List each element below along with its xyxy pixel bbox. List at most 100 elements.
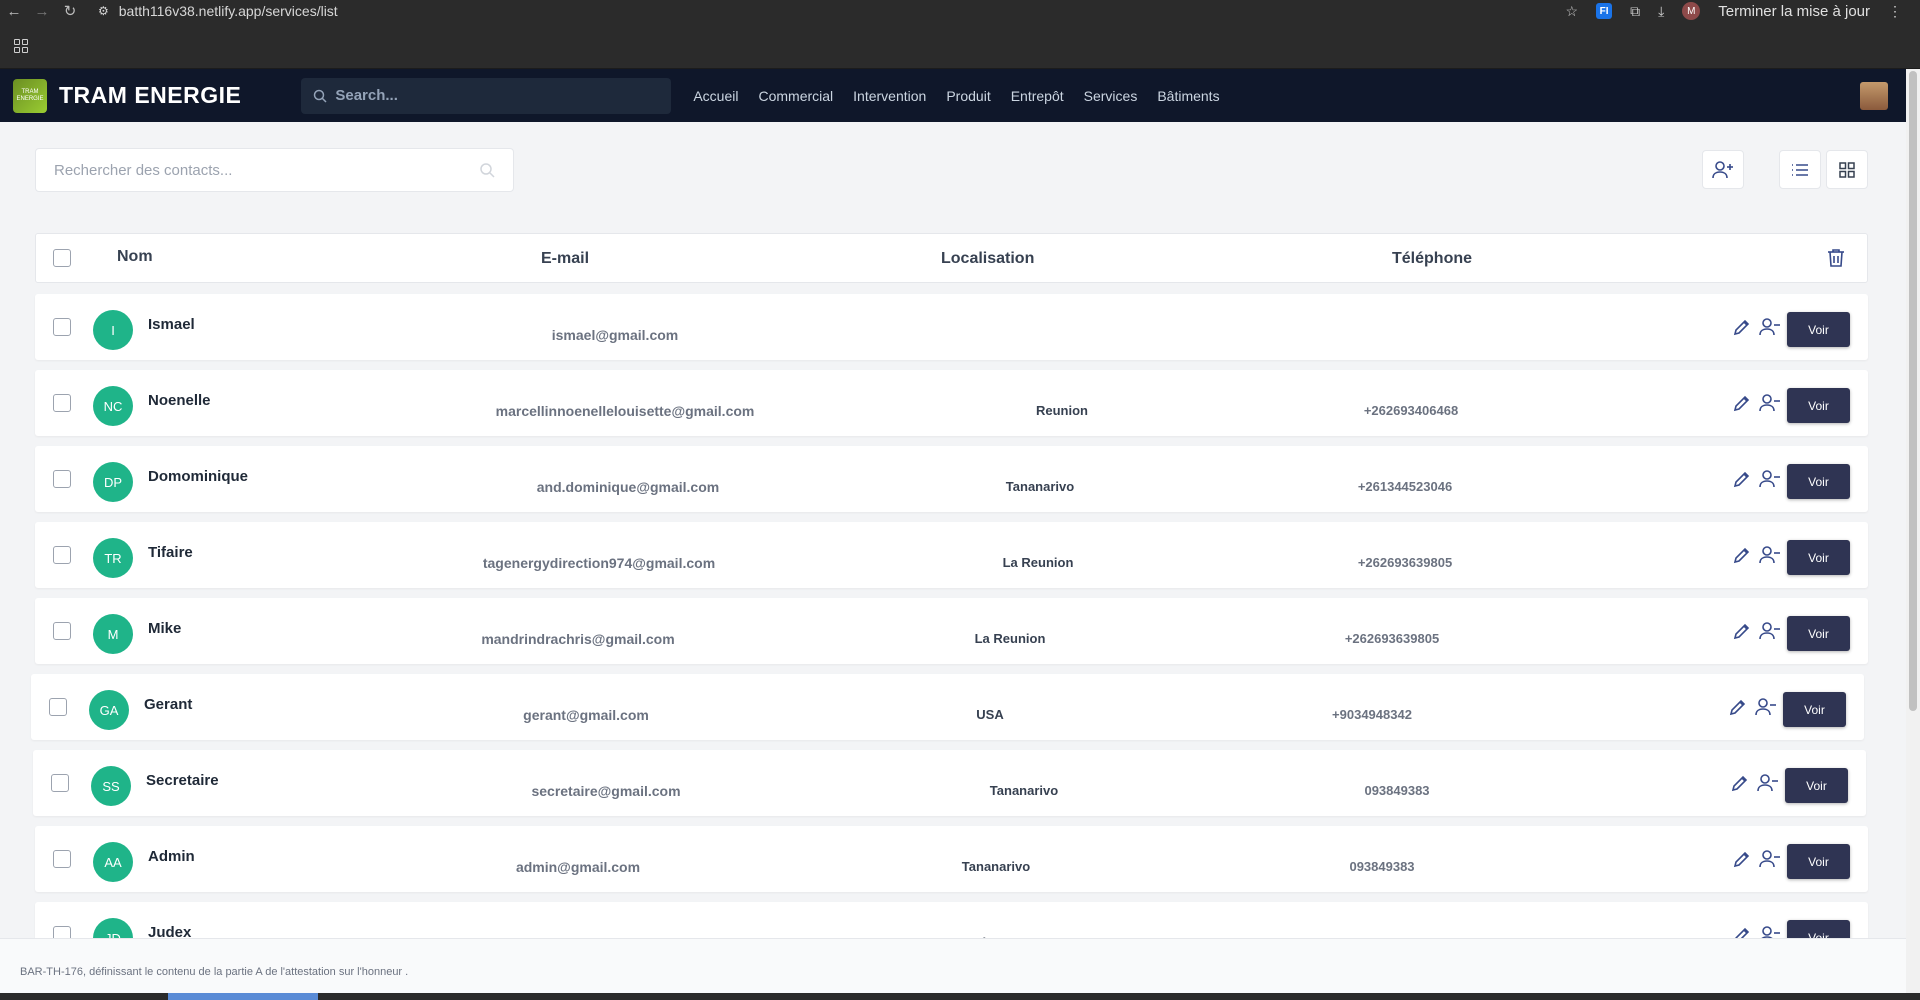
nav-link-batiments[interactable]: Bâtiments <box>1157 88 1219 104</box>
table-row[interactable]: I Ismael ismael@gmail.com Voir <box>35 294 1868 360</box>
view-button[interactable]: Voir <box>1783 692 1846 727</box>
avatar: GA <box>89 690 129 730</box>
scrollbar-thumb[interactable] <box>1909 71 1917 711</box>
edit-button[interactable] <box>1731 468 1753 490</box>
forward-icon[interactable]: → <box>28 3 56 20</box>
brand-name[interactable]: TRAM ENERGIE <box>59 82 241 109</box>
contact-phone: +9034948342 <box>1332 707 1412 722</box>
edit-button[interactable] <box>1731 392 1753 414</box>
view-button[interactable]: Voir <box>1787 540 1850 575</box>
contact-search-input[interactable]: Rechercher des contacts... <box>35 148 514 192</box>
download-icon[interactable]: ⤓ <box>1658 3 1664 20</box>
remove-user-button[interactable] <box>1759 848 1781 870</box>
page-scrollbar[interactable] <box>1906 69 1920 993</box>
app-navbar: TRAM ENERGIE TRAM ENERGIE Search... Accu… <box>0 69 1906 122</box>
back-icon[interactable]: ← <box>0 3 28 20</box>
table-row[interactable]: AA Admin admin@gmail.com Tananarivo 09384938… <box>35 826 1868 892</box>
header-phone: Téléphone <box>1392 250 1473 267</box>
row-checkbox[interactable] <box>53 622 71 640</box>
row-checkbox[interactable] <box>53 318 71 336</box>
edit-button[interactable] <box>1727 696 1749 718</box>
bookmark-star-icon[interactable]: ☆ <box>1566 3 1579 20</box>
row-checkbox[interactable] <box>51 774 69 792</box>
avatar: I <box>93 310 133 350</box>
table-row[interactable]: DP Domominique and.dominique@gmail.com Tana… <box>35 446 1868 512</box>
remove-user-button[interactable] <box>1759 316 1781 338</box>
list-view-button[interactable] <box>1779 150 1821 189</box>
remove-user-button[interactable] <box>1759 468 1781 490</box>
row-checkbox[interactable] <box>53 546 71 564</box>
view-button[interactable]: Voir <box>1787 844 1850 879</box>
menu-dots-icon[interactable]: ⋮ <box>1888 3 1902 20</box>
edit-button[interactable] <box>1731 544 1753 566</box>
nav-link-produit[interactable]: Produit <box>946 88 990 104</box>
update-button[interactable]: Terminer la mise à jour <box>1718 3 1870 20</box>
edit-button[interactable] <box>1731 620 1753 642</box>
remove-user-button[interactable] <box>1755 696 1777 718</box>
main-nav: Accueil Commercial Intervention Produit … <box>693 88 1219 104</box>
reload-icon[interactable]: ↻ <box>56 2 84 20</box>
contact-name: Ismael <box>148 316 195 333</box>
row-checkbox[interactable] <box>49 698 67 716</box>
address-bar[interactable]: ⚙ batth116v38.netlify.app/services/list <box>98 3 338 19</box>
view-button[interactable]: Voir <box>1785 768 1848 803</box>
header-email: E-mail <box>541 250 590 267</box>
header-name: Nom <box>117 248 153 265</box>
nav-link-accueil[interactable]: Accueil <box>693 88 738 104</box>
brand-logo[interactable]: TRAM ENERGIE <box>13 78 47 113</box>
contact-location: Tananarivo <box>961 859 1031 874</box>
active-tab-indicator <box>168 993 318 1000</box>
global-search-input[interactable]: Search... <box>301 77 672 114</box>
contact-name: Gerant <box>144 696 193 713</box>
remove-user-button[interactable] <box>1759 620 1781 642</box>
user-avatar[interactable] <box>1860 81 1888 110</box>
row-checkbox[interactable] <box>53 470 71 488</box>
user-minus-icon <box>1759 470 1780 488</box>
contact-location: La Reunion <box>974 631 1046 646</box>
extension-icon[interactable]: FI <box>1596 3 1613 19</box>
contact-location: Tananarivo <box>989 783 1059 798</box>
nav-link-services[interactable]: Services <box>1084 88 1138 104</box>
remove-user-button[interactable] <box>1757 772 1779 794</box>
pencil-icon <box>1733 547 1750 564</box>
table-row[interactable]: TR Tifaire tagenergydirection974@gmail.com… <box>35 522 1868 588</box>
contact-location: USA <box>976 707 1004 722</box>
table-row[interactable]: SS Secretaire secretaire@gmail.com Tananari… <box>33 750 1866 816</box>
pencil-icon <box>1733 851 1750 868</box>
table-row[interactable]: M Mike mandrindrachris@gmail.com La Reunion… <box>35 598 1868 664</box>
table-row[interactable]: NC Noenelle marcellinnoenellelouisette@gma… <box>35 370 1868 436</box>
add-contact-button[interactable] <box>1702 150 1744 189</box>
select-all-checkbox[interactable] <box>53 249 71 267</box>
nav-link-commercial[interactable]: Commercial <box>758 88 833 104</box>
remove-user-button[interactable] <box>1759 392 1781 414</box>
avatar: DP <box>93 462 133 502</box>
view-button[interactable]: Voir <box>1787 312 1850 347</box>
apps-grid-icon[interactable] <box>14 39 28 53</box>
view-button[interactable]: Voir <box>1787 464 1850 499</box>
grid-view-button[interactable] <box>1826 150 1868 189</box>
trash-icon[interactable] <box>1827 248 1845 268</box>
contact-name: Secretaire <box>146 772 219 789</box>
user-plus-icon <box>1712 160 1733 178</box>
site-settings-icon[interactable]: ⚙ <box>98 4 109 18</box>
extensions-puzzle-icon[interactable]: ⧉ <box>1630 3 1640 20</box>
profile-avatar[interactable]: M <box>1682 2 1701 20</box>
remove-user-button[interactable] <box>1759 544 1781 566</box>
pencil-icon <box>1729 699 1746 716</box>
avatar: AA <box>93 842 133 882</box>
view-button[interactable]: Voir <box>1787 388 1850 423</box>
row-checkbox[interactable] <box>53 394 71 412</box>
contact-phone: 093849383 <box>1349 859 1415 874</box>
nav-link-entrepot[interactable]: Entrepôt <box>1011 88 1064 104</box>
edit-button[interactable] <box>1731 316 1753 338</box>
edit-button[interactable] <box>1729 772 1751 794</box>
table-row[interactable]: GA Gerant gerant@gmail.com USA +9034948342 Vo… <box>31 674 1864 740</box>
contact-name: Tifaire <box>148 544 193 561</box>
view-button[interactable]: Voir <box>1787 616 1850 651</box>
contact-email: admin@gmail.com <box>515 859 641 875</box>
bookmarks-bar <box>0 22 1920 69</box>
pencil-icon <box>1733 395 1750 412</box>
row-checkbox[interactable] <box>53 850 71 868</box>
edit-button[interactable] <box>1731 848 1753 870</box>
nav-link-intervention[interactable]: Intervention <box>853 88 926 104</box>
